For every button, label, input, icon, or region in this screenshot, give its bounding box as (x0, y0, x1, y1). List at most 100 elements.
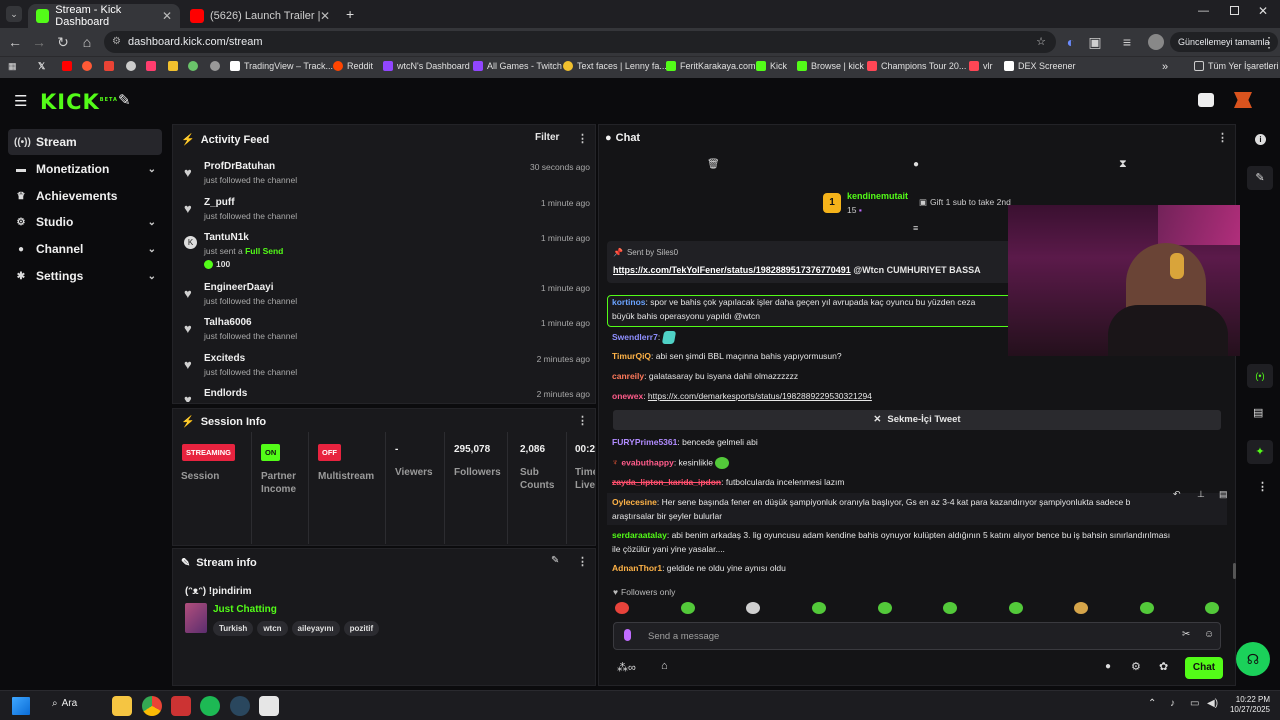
delete-message-icon[interactable]: ▤ (1219, 489, 1228, 500)
trash-icon[interactable]: 🗑 (707, 159, 720, 170)
tag-chip[interactable]: aileyayını (291, 621, 340, 636)
back-icon[interactable]: ← (6, 33, 24, 51)
close-tab-icon[interactable]: ✕ (320, 9, 330, 23)
chat-username[interactable]: kortinos (612, 297, 646, 307)
spotify-icon[interactable] (200, 696, 220, 716)
taskbar-search[interactable]: ⌕ Ara (52, 698, 77, 709)
bookmark-icon[interactable] (146, 61, 160, 71)
bookmark-kick[interactable]: Kick (756, 61, 787, 71)
tray-chevron-icon[interactable]: ⌃ (1148, 698, 1156, 709)
obs-icon[interactable] (259, 696, 279, 716)
chat-icon[interactable]: ● (913, 159, 919, 170)
info-icon[interactable]: i (1255, 134, 1266, 145)
app-icon[interactable] (171, 696, 191, 716)
feed-username[interactable]: Exciteds (204, 353, 245, 364)
feed-username[interactable]: Z_puff (204, 197, 235, 208)
feed-username[interactable]: Endlords (204, 388, 247, 399)
bookmark-icon[interactable] (126, 61, 140, 71)
creator-tools-icon[interactable]: ✎ (118, 91, 131, 109)
mic-icon[interactable] (624, 629, 631, 641)
on-badge[interactable]: ON (261, 444, 281, 461)
kebab-menu-icon[interactable]: ⋮ (577, 555, 588, 568)
all-bookmarks-folder[interactable]: Tüm Yer İşaretleri (1194, 61, 1279, 71)
bookmark-gmail-icon[interactable] (104, 61, 118, 71)
more-vertical-icon[interactable]: ⋮ (1257, 480, 1268, 493)
steam-icon[interactable] (230, 696, 250, 716)
emoji-icon[interactable]: ☺ (1204, 629, 1214, 640)
tab-kick-dashboard[interactable]: Stream - Kick Dashboard ✕ (28, 4, 180, 28)
close-tab-icon[interactable]: ✕ (162, 9, 172, 23)
emote-icon[interactable] (812, 602, 826, 614)
bookmark-vlr[interactable]: vlr (969, 61, 993, 71)
send-chat-button[interactable]: Chat (1185, 657, 1223, 679)
pinned-link[interactable]: https://x.com/TekYolFener/status/1982889… (613, 265, 981, 275)
maximize-window-icon[interactable] (1230, 6, 1239, 15)
reading-list-icon[interactable]: ≡ (1118, 33, 1136, 51)
tab-youtube-trailer[interactable]: (5626) Launch Trailer | ARC Raid ✕ (182, 4, 338, 28)
edit-icon[interactable]: ✎ (1247, 166, 1273, 190)
tab-list-dropdown-icon[interactable]: ⌄ (6, 6, 22, 22)
feed-username[interactable]: ProfDrBatuhan (204, 161, 275, 172)
feed-username[interactable]: EngineerDaayi (204, 282, 273, 293)
bookmark-tradingview[interactable]: TradingView – Track... (230, 61, 333, 71)
bookmark-x-icon[interactable]: 𝕏 (38, 61, 45, 72)
reply-icon[interactable]: ↶ (1173, 489, 1181, 500)
filter-button[interactable]: Filter (535, 132, 559, 143)
extension-icon[interactable]: ◐ (1062, 33, 1080, 51)
bookmark-feritkarakaya[interactable]: FeritKarakaya.com (666, 61, 756, 71)
site-info-icon[interactable]: ⚙ (112, 31, 121, 53)
new-tab-button[interactable]: + (346, 6, 354, 22)
microphone-icon[interactable]: ♪ (1170, 698, 1175, 709)
emote-icon[interactable] (1140, 602, 1154, 614)
minimize-window-icon[interactable]: — (1198, 5, 1209, 17)
home-icon[interactable]: ⌂ (78, 33, 96, 51)
chat-username[interactable]: canreily (612, 371, 644, 381)
url-field[interactable]: ⚙ dashboard.kick.com/stream ☆ (104, 31, 1056, 53)
chat-username[interactable]: evabuthappy (621, 457, 673, 467)
emote-icon[interactable] (615, 602, 629, 614)
kick-header-icon[interactable] (1198, 93, 1214, 107)
chat-settings-icon[interactable]: ⚙ (1131, 660, 1141, 673)
emote-icon[interactable] (1074, 602, 1088, 614)
chat-username[interactable]: Oylecesine (612, 497, 657, 507)
bookmark-all-games-twitch[interactable]: All Games - Twitch (473, 61, 562, 71)
bookmark-icon[interactable] (168, 61, 182, 71)
emote-icon[interactable] (681, 602, 695, 614)
tools-icon[interactable]: ✦ (1247, 440, 1273, 464)
bookmark-youtube-icon[interactable] (62, 61, 76, 71)
more-bookmarks-chevron-icon[interactable]: » (1162, 61, 1168, 73)
chat-username[interactable]: TimurQiQ (612, 351, 651, 361)
support-chat-button[interactable]: ☊ (1236, 642, 1270, 676)
sidebar-item-monetization[interactable]: ▬ Monetization ⌄ (8, 156, 162, 182)
printer-icon[interactable]: ▤ (1253, 406, 1263, 419)
category-link[interactable]: Just Chatting (213, 604, 277, 615)
network-icon[interactable]: ▭ (1190, 698, 1199, 709)
emote-icon[interactable] (943, 602, 957, 614)
emote-picker-icon[interactable]: ✿ (1159, 660, 1168, 673)
chat-scrollbar[interactable] (1233, 563, 1236, 579)
chat-username[interactable]: Swendlerr7 (612, 332, 658, 342)
chat-input[interactable]: Send a message ✂ ☺ (613, 622, 1221, 650)
tweet-button[interactable]: ✕ Sekme-İçi Tweet (613, 410, 1221, 430)
kick-emotes-icon[interactable]: ✂ (1182, 629, 1190, 640)
sidebar-item-settings[interactable]: ✱ Settings ⌄ (8, 263, 162, 289)
volume-icon[interactable]: ◀) (1207, 698, 1218, 709)
browser-menu-icon[interactable]: ⋮ (1260, 33, 1278, 51)
emote-icon[interactable] (1009, 602, 1023, 614)
bookmark-wtcn-dashboard[interactable]: wtcN's Dashboard (383, 61, 470, 71)
sidebar-item-stream[interactable]: ((•)) Stream (8, 129, 162, 155)
bookmark-icon[interactable] (82, 61, 96, 71)
emote-icon[interactable] (878, 602, 892, 614)
kebab-menu-icon[interactable]: ⋮ (1217, 131, 1228, 144)
edit-pencil-icon[interactable]: ✎ (551, 555, 559, 566)
collapse-pinned-icon[interactable]: ≡ (913, 223, 918, 233)
chat-username[interactable]: AdnanThor1 (612, 563, 662, 573)
emote-icon[interactable] (1205, 602, 1219, 614)
kick-logo[interactable]: KICKBETA (40, 90, 118, 114)
store-icon[interactable]: ⌂ (661, 660, 668, 672)
tag-chip[interactable]: Turkish (213, 621, 254, 636)
broadcast-toggle-icon[interactable]: (•) (1247, 364, 1273, 388)
gift-cta[interactable]: ▣ Gift 1 sub to take 2nd (919, 197, 1011, 208)
reload-icon[interactable]: ↻ (54, 33, 72, 51)
hamburger-menu-icon[interactable]: ☰ (14, 92, 27, 110)
